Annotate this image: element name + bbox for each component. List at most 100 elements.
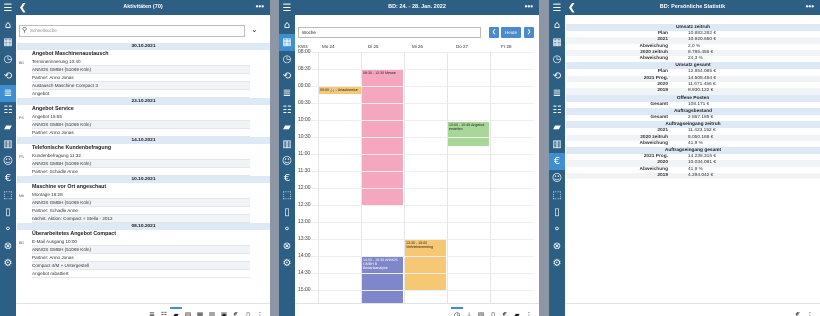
gear-icon[interactable]: ⚙ — [279, 255, 295, 272]
route-icon[interactable]: ⚬ — [549, 221, 565, 238]
activity-item[interactable]: MK Maschine vor Ort angeschaut Montage 16:… — [17, 183, 270, 223]
box-icon[interactable]: ⬚ — [279, 187, 295, 204]
euro-icon[interactable]: € — [230, 309, 242, 316]
euro-icon[interactable]: € — [0, 170, 16, 187]
user-sync-icon[interactable]: ⟲ — [549, 68, 565, 85]
event-messe[interactable]: 08:30 - 12:30 Messe — [362, 70, 403, 206]
list-icon[interactable]: ≣ — [279, 85, 295, 102]
doc-add-icon[interactable]: ▯ — [487, 309, 499, 316]
activity-type: PS — [19, 155, 24, 159]
building-icon[interactable]: ▥ — [206, 309, 218, 316]
building-icon[interactable]: ▥ — [279, 136, 295, 153]
user-sync-icon[interactable]: ⟲ — [0, 68, 16, 85]
menu-icon[interactable]: ☰ — [279, 0, 295, 17]
calendar-icon[interactable]: ▦ — [194, 309, 206, 316]
back-icon[interactable]: ❮ — [568, 0, 576, 15]
contacts-icon[interactable]: ☷ — [0, 102, 16, 119]
next-button[interactable]: ❯ — [524, 27, 534, 38]
home-icon[interactable]: ⌂ — [549, 17, 565, 34]
folder-icon[interactable]: ▰ — [511, 309, 523, 316]
folder-icon[interactable]: ▰ — [549, 119, 565, 136]
clock-icon[interactable]: ◷ — [279, 51, 295, 68]
contacts-icon[interactable]: ☷ — [549, 102, 565, 119]
calendar-icon[interactable]: ▦ — [279, 34, 295, 51]
menu-icon[interactable]: ☰ — [0, 0, 16, 17]
view-select[interactable]: Woche — [298, 27, 481, 38]
briefcase-icon[interactable]: ▣ — [218, 309, 230, 316]
people-icon[interactable]: ☺ — [279, 153, 295, 170]
calendar-icon[interactable]: ▦ — [549, 34, 565, 51]
home-icon[interactable]: ⌂ — [0, 17, 16, 34]
day-header[interactable]: Mi 26 — [412, 44, 423, 49]
chevron-down-icon[interactable]: ⌄ — [251, 25, 258, 34]
search-input[interactable]: ⚲ Schnellsuche — [19, 25, 245, 37]
folder-icon[interactable]: ▰ — [0, 119, 16, 136]
doc-add-icon[interactable]: ▯ — [242, 309, 254, 316]
gear-icon[interactable]: ⚙ — [0, 255, 16, 272]
hour-line — [298, 171, 534, 172]
more-icon[interactable]: ••• — [256, 0, 264, 14]
home-icon[interactable]: ⌂ — [279, 17, 295, 34]
more-icon[interactable]: ••• — [525, 0, 533, 14]
today-button[interactable]: Heute — [501, 27, 521, 38]
download-icon[interactable]: ⤓ — [463, 309, 475, 316]
clock-icon[interactable]: ◷ — [0, 51, 16, 68]
activity-item[interactable]: BD Überarbeitetes Angebot Compact E-Mail A… — [17, 230, 270, 278]
more-vert-icon[interactable]: ⋮ — [804, 309, 816, 316]
building-icon[interactable]: ▥ — [549, 136, 565, 153]
activity-line: Montage 16:28 — [32, 191, 250, 199]
more-icon[interactable]: ••• — [806, 0, 814, 14]
more-vert-icon[interactable]: ⋮ — [523, 309, 535, 316]
people-icon[interactable]: ☺ — [0, 153, 16, 170]
event-needs-analysis[interactable]: 14:00 - 15:30 ANNOS GMBH B Bedarfsanalys… — [362, 257, 403, 304]
day-header[interactable]: Mo 24 — [322, 44, 335, 49]
folder-icon[interactable]: ▰ — [279, 119, 295, 136]
prev-button[interactable]: ❮ — [489, 27, 499, 38]
back-icon[interactable]: ❮ — [19, 0, 27, 15]
doc-icon[interactable]: ▤ — [475, 309, 487, 316]
gear-icon[interactable]: ⚙ — [549, 255, 565, 272]
day-header[interactable]: Fr 28 — [501, 44, 512, 49]
cancel-icon[interactable]: ⊗ — [549, 238, 565, 255]
route-icon[interactable]: ⚬ — [0, 221, 16, 238]
event-offer[interactable]: 10:00 - 10:45 Angebot erstellen — [448, 122, 489, 146]
filter-icon[interactable]: ≣ — [146, 309, 158, 316]
contacts-icon[interactable]: ☷ — [279, 102, 295, 119]
euro-icon[interactable]: € — [549, 153, 565, 170]
activity-item[interactable]: BD Angebot Maschinenaustausch Terminerinne… — [17, 50, 270, 98]
people-icon[interactable]: ☷ — [158, 309, 170, 316]
activity-item[interactable]: PS Angebot Service Angebot 15:55 ANNOS GMBH… — [17, 105, 270, 137]
doc-icon[interactable]: ▤ — [182, 309, 194, 316]
clock-icon[interactable]: ◷ — [451, 307, 463, 316]
calendar-icon[interactable]: ▦ — [0, 34, 16, 51]
euro-icon[interactable]: € — [792, 309, 804, 316]
list-icon[interactable]: ≣ — [0, 85, 16, 102]
event-vacation[interactable]: 09:00 🚑 - Urlaubsreise — [319, 87, 361, 94]
activity-item[interactable]: PS Telefonische Kundenbefragung Kundenbefr… — [17, 144, 270, 176]
cancel-icon[interactable]: ⊗ — [0, 238, 16, 255]
day-header[interactable]: Do 27 — [456, 44, 468, 49]
box-icon[interactable]: ⬚ — [549, 187, 565, 204]
euro-icon[interactable]: € — [279, 170, 295, 187]
euro-icon[interactable]: € — [499, 309, 511, 316]
doc-icon[interactable]: ▯ — [0, 204, 16, 221]
route-icon[interactable]: ⚬ — [279, 221, 295, 238]
people-icon[interactable]: ☺ — [549, 170, 565, 187]
search-placeholder: Schnellsuche — [30, 28, 57, 33]
doc-icon[interactable]: ▯ — [279, 204, 295, 221]
building-icon[interactable]: ▥ — [0, 136, 16, 153]
box-icon[interactable]: ⬚ — [0, 187, 16, 204]
calendar-grid[interactable]: 08:30 - 12:30 Messe 09:00 🚑 - Urlaubsrei… — [298, 49, 534, 304]
day-divider — [490, 52, 491, 304]
menu-icon[interactable]: ☰ — [549, 0, 565, 17]
day-header[interactable]: Di 25 — [368, 44, 379, 49]
folder-icon[interactable]: ▰ — [170, 307, 182, 316]
list-icon[interactable]: ≣ — [549, 85, 565, 102]
more-vert-icon[interactable]: ⋮ — [254, 309, 266, 316]
cancel-icon[interactable]: ⊗ — [279, 238, 295, 255]
event-sales-meeting[interactable]: 13:30 - 15:00 Vertriebsmeeting — [405, 240, 446, 291]
doc-icon[interactable]: ▯ — [549, 204, 565, 221]
statistics-panel: ☰ ⌂ ▦ ◷ ⟲ ≣ ☷ ▰ ▥ € ☺ ⬚ ▯ ⚬ ⊗ ⚙ ❮ BD: Pe… — [549, 0, 820, 316]
clock-icon[interactable]: ◷ — [549, 51, 565, 68]
user-sync-icon[interactable]: ⟲ — [279, 68, 295, 85]
